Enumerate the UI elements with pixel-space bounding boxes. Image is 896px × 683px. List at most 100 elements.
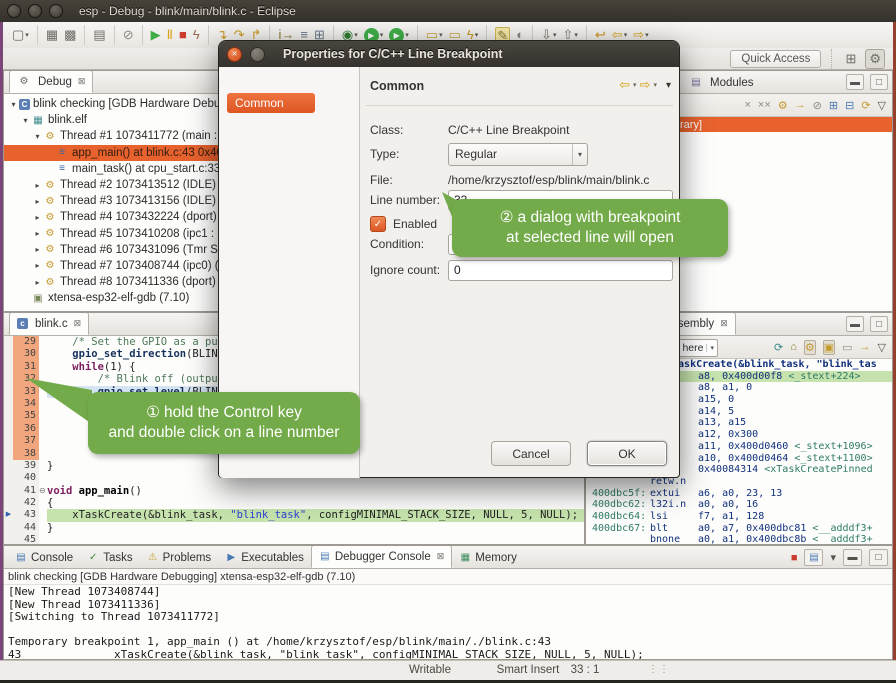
line-number[interactable]: 44 [13, 522, 39, 534]
editor-line[interactable]: ▶43 xTaskCreate(&blink_task, "blink_task… [4, 509, 584, 521]
line-number[interactable]: 39 [13, 460, 39, 472]
remove-all-icon[interactable]: ×× [758, 99, 771, 111]
type-select[interactable]: Regular ▾ [448, 143, 588, 166]
load-symbols-icon[interactable]: ⚙ [778, 99, 788, 112]
line-number[interactable]: 30 [13, 348, 39, 360]
chevron-down-icon[interactable]: ▾ [380, 31, 384, 39]
save-icon[interactable]: ▦ [37, 25, 61, 45]
maximize-icon[interactable]: □ [869, 549, 888, 566]
tree-expander-icon[interactable]: ▸ [32, 229, 43, 238]
line-number[interactable]: 40 [13, 472, 39, 484]
follow-pc-icon[interactable]: ⚙ [804, 340, 816, 355]
home-icon[interactable]: ⌂ [790, 341, 797, 353]
line-number[interactable]: 42 [13, 497, 39, 509]
tab-debug[interactable]: ⚙ Debug ⊠ [9, 70, 93, 93]
open-new-view-icon[interactable]: → [860, 341, 871, 353]
line-number[interactable]: 29 [13, 336, 39, 348]
tab-problems[interactable]: ⚠Problems [140, 547, 219, 568]
save-all-icon[interactable]: ▩ [61, 25, 79, 45]
dialog-minimize-icon[interactable] [250, 47, 265, 62]
forward-icon[interactable]: ⇨ [640, 77, 651, 93]
terminate-icon[interactable]: ■ [176, 25, 190, 45]
enabled-checkbox[interactable]: ✓ [370, 216, 386, 232]
minimize-icon[interactable]: ▬ [843, 549, 862, 566]
ignore-count-input[interactable] [448, 260, 673, 281]
tree-expander-icon[interactable]: ▾ [8, 100, 19, 109]
fold-icon[interactable]: ⊖ [39, 485, 47, 497]
chevron-down-icon[interactable]: ▾ [354, 31, 358, 39]
tab-blink-c[interactable]: c blink.c ⊠ [9, 312, 89, 335]
goto-file-icon[interactable]: → [795, 99, 806, 111]
collapse-all-icon[interactable]: ⊟ [845, 99, 854, 112]
chevron-down-icon[interactable]: ▾ [633, 81, 637, 89]
editor-line[interactable]: 41⊖void app_main() [4, 485, 584, 497]
line-number[interactable]: 45 [13, 534, 39, 545]
refresh-icon[interactable]: ⟳ [861, 99, 870, 112]
tree-expander-icon[interactable]: ▸ [32, 213, 43, 222]
chevron-down-icon[interactable]: ▾ [645, 31, 649, 39]
maximize-view-icon[interactable]: □ [870, 316, 888, 332]
tree-expander-icon[interactable]: ▾ [20, 116, 31, 125]
back-icon[interactable]: ⇦ [619, 77, 630, 93]
chevron-down-icon[interactable]: ▾ [624, 31, 628, 39]
maximize-view-icon[interactable]: □ [870, 74, 888, 90]
line-number[interactable]: 37 [13, 435, 39, 447]
tree-expander-icon[interactable]: ▸ [32, 245, 43, 254]
refresh-icon[interactable]: ⟳ [774, 341, 783, 354]
tree-expander-icon[interactable]: ▸ [32, 181, 43, 190]
terminate-icon[interactable]: ■ [791, 552, 798, 564]
cancel-button[interactable]: Cancel [491, 441, 571, 466]
deselect-icon[interactable]: ⊘ [813, 99, 822, 112]
disconnect-icon[interactable]: ϟ [190, 25, 203, 45]
line-number[interactable]: 31 [13, 361, 39, 373]
view-menu-icon[interactable]: ▽ [878, 99, 886, 112]
tab-close-icon[interactable]: ⊠ [74, 318, 82, 329]
chevron-down-icon[interactable]: ▾ [475, 31, 479, 39]
ok-button[interactable]: OK [587, 441, 667, 466]
tab-console[interactable]: ▤Console [8, 547, 80, 568]
disassembly-line[interactable]: 400dbc5f:extuia6, a0, 23, 13 [586, 488, 892, 500]
line-number[interactable]: 41 [13, 485, 39, 497]
tree-expander-icon[interactable]: ▾ [32, 132, 43, 141]
tab-tasks[interactable]: ✓Tasks [80, 547, 139, 568]
chevron-down-icon[interactable]: ▾ [553, 31, 557, 39]
line-number[interactable]: 38 [13, 448, 39, 460]
expand-all-icon[interactable]: ⊞ [829, 99, 838, 112]
editor-line[interactable]: 44} [4, 522, 584, 534]
new-wizard-icon[interactable]: ▢▾ [9, 25, 32, 45]
debug-perspective-icon[interactable]: ⚙ [865, 49, 885, 69]
chevron-down-icon[interactable]: ▾ [25, 31, 29, 39]
disassembly-line[interactable]: bnonea0, a1, 0x400dbc8b <__adddf3+ [586, 534, 892, 545]
editor-line[interactable]: 42{ [4, 497, 584, 509]
tab-executables[interactable]: ▶Executables [218, 547, 311, 568]
window-minimize-icon[interactable] [28, 4, 42, 18]
minimize-view-icon[interactable]: ▬ [846, 74, 864, 90]
tab-close-icon[interactable]: ⊠ [78, 76, 86, 87]
chevron-down-icon[interactable]: ▾ [405, 31, 409, 39]
new-view-icon[interactable]: ▭ [842, 341, 852, 354]
console-output[interactable]: [New Thread 1073408744][New Thread 10734… [4, 585, 892, 660]
editor-line[interactable]: 45 [4, 534, 584, 545]
remove-icon[interactable]: × [744, 99, 750, 111]
window-maximize-icon[interactable] [49, 4, 63, 18]
sidebar-item-common[interactable]: Common [227, 93, 315, 113]
chevron-down-icon[interactable]: ▾ [439, 31, 443, 39]
tab-close-icon[interactable]: ⊠ [437, 551, 445, 562]
view-menu-icon[interactable]: ▽ [878, 341, 886, 354]
track-expression-icon[interactable]: ▣ [823, 340, 835, 355]
tree-expander-icon[interactable]: ▸ [32, 197, 43, 206]
tab-modules[interactable]: ▤ Modules [682, 72, 760, 93]
chevron-down-icon[interactable]: ▾ [574, 31, 578, 39]
window-close-icon[interactable] [7, 4, 21, 18]
tree-expander-icon[interactable]: ▸ [32, 261, 43, 270]
tab-memory[interactable]: ▦Memory [452, 547, 524, 568]
resume-icon[interactable]: ▶ [142, 25, 164, 45]
disassembly-line[interactable]: 400dbc67:blta0, a7, 0x400dbc81 <__adddf3… [586, 523, 892, 535]
disassembly-line[interactable]: 400dbc62:l32i.na0, a0, 16 [586, 499, 892, 511]
line-number[interactable]: 43 [13, 509, 39, 521]
build-binaries-icon[interactable]: ▤ [84, 25, 108, 45]
quick-access-button[interactable]: Quick Access [730, 50, 821, 68]
dialog-close-icon[interactable]: ✕ [227, 47, 242, 62]
chevron-down-icon[interactable]: ▾ [706, 344, 717, 352]
tab-close-icon[interactable]: ⊠ [720, 318, 728, 329]
